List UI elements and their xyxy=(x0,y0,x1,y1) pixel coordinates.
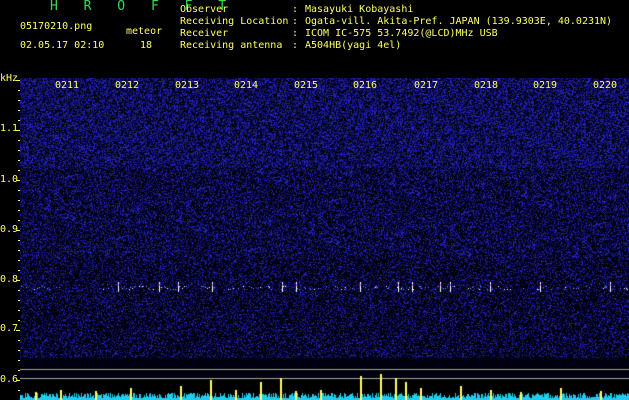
receiver-colon: : xyxy=(292,28,299,39)
header-panel: H R O F F T 05170210.png meteor 02.05.17… xyxy=(0,0,629,78)
location-value: Ogata-vill. Akita-Pref. JAPAN (139.9303E… xyxy=(305,16,613,27)
location-colon: : xyxy=(292,16,299,27)
date-time: 02.05.17 02:10 xyxy=(20,40,105,51)
observer-colon: : xyxy=(292,4,299,15)
antenna-colon: : xyxy=(292,40,299,51)
time-label: 0216 xyxy=(353,80,378,91)
receiver-value: ICOM IC-575 53.7492(@LCD)MHz USB xyxy=(305,28,498,39)
time-label: 0214 xyxy=(234,80,259,91)
time-label: 0213 xyxy=(175,80,200,91)
time-label: 0211 xyxy=(55,80,80,91)
spectrogram xyxy=(20,78,629,400)
time-label: 0218 xyxy=(474,80,499,91)
file-name: 05170210.png xyxy=(20,21,93,32)
time-label: 0215 xyxy=(294,80,319,91)
axis-label-0-7: 0.7 xyxy=(0,323,19,334)
time-label: 0217 xyxy=(414,80,439,91)
antenna-value: A504HB(yagi 4el) xyxy=(305,40,402,51)
axis-unit: kHz xyxy=(0,73,19,84)
time-label: 0220 xyxy=(593,80,618,91)
axis-label-1-1: 1.1 xyxy=(0,123,19,134)
observer-label: Observer xyxy=(180,4,229,15)
location-label: Receiving Location xyxy=(180,16,289,27)
receiver-label: Receiver xyxy=(180,28,229,39)
time-label: 0212 xyxy=(115,80,140,91)
observer-value: Masayuki Kobayashi xyxy=(305,4,414,15)
meteor-label: meteor xyxy=(126,26,163,37)
meteor-count: 18 xyxy=(140,40,153,51)
time-label: 0219 xyxy=(533,80,558,91)
spectrogram-canvas xyxy=(20,78,629,400)
antenna-label: Receiving antenna xyxy=(180,40,283,51)
frequency-axis: kHz 1.1 1.0 0.9 0.8 0.7 0.6 xyxy=(0,73,20,400)
